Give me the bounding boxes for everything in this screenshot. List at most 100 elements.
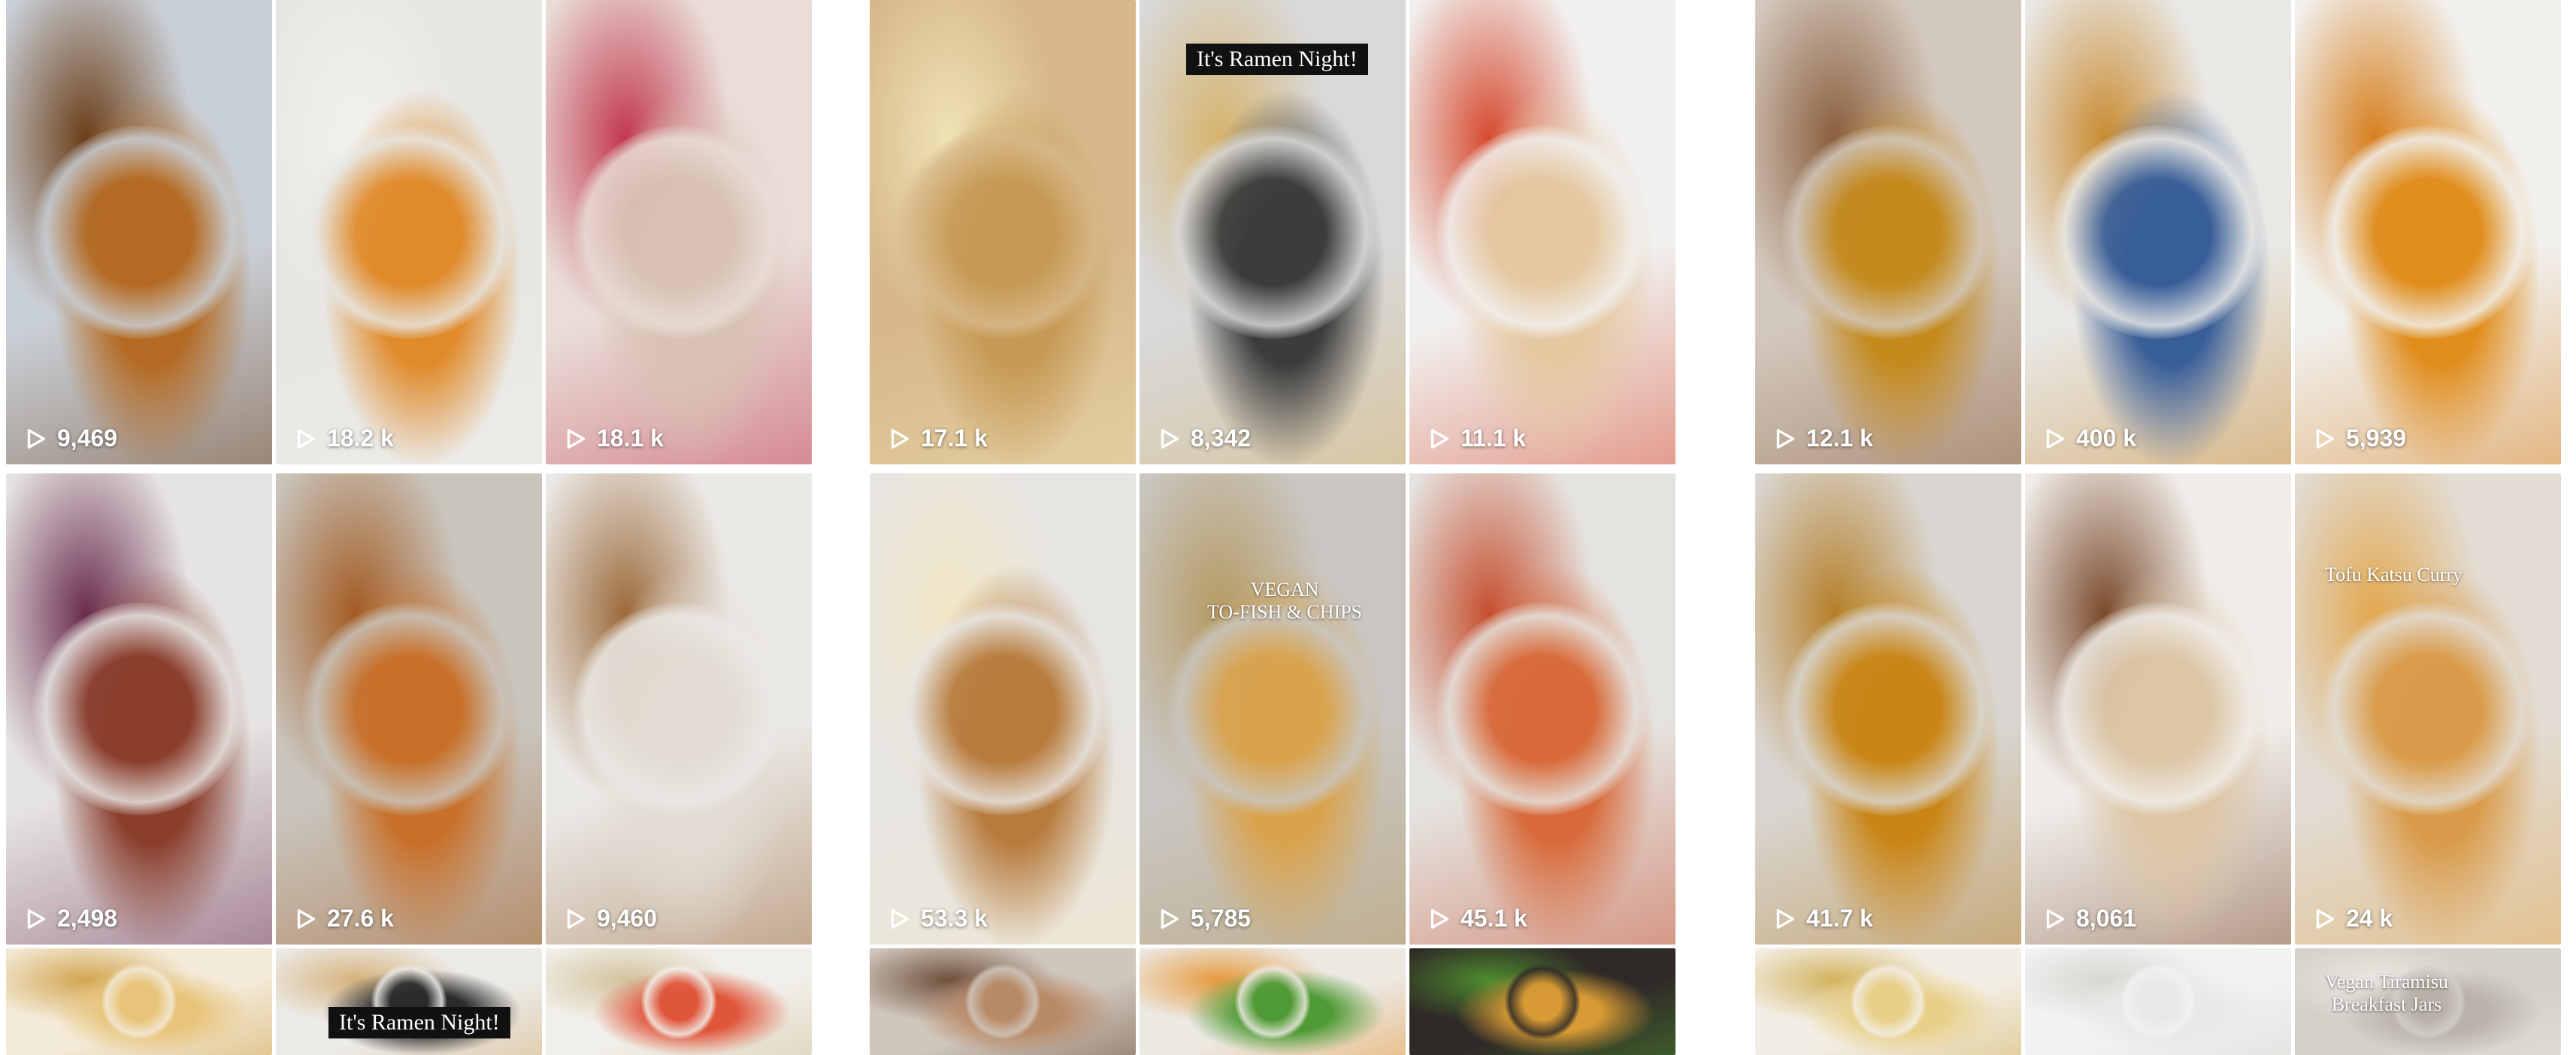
video-thumbnail[interactable]: It's Ramen Night! 8,342 — [1140, 0, 1406, 464]
food-image — [965, 964, 1040, 1039]
view-count-label: 8,061 — [2076, 905, 2137, 932]
video-thumbnail[interactable] — [2025, 948, 2291, 1055]
food-image — [896, 602, 1109, 816]
view-count-label: 18.2 k — [327, 425, 394, 452]
food-image — [1505, 964, 1580, 1039]
food-image — [572, 125, 786, 339]
view-count: 8,061 — [2042, 905, 2136, 933]
video-thumbnail[interactable]: 45.1 k — [1409, 473, 1675, 945]
view-count-label: 41.7 k — [1806, 905, 1873, 932]
food-image — [1851, 964, 1926, 1039]
video-thumbnail[interactable]: 18.1 k — [546, 0, 812, 464]
view-count-label: 17.1 k — [921, 425, 988, 452]
play-icon — [2311, 906, 2337, 932]
view-count-label: 53.3 k — [921, 905, 988, 932]
view-count-label: 5,939 — [2346, 425, 2407, 452]
view-count: 2,498 — [23, 905, 117, 933]
play-icon — [23, 426, 48, 452]
food-image — [641, 964, 716, 1039]
view-count: 41.7 k — [1772, 905, 1873, 933]
view-count-label: 11.1 k — [1461, 425, 1527, 452]
view-count: 18.1 k — [562, 425, 664, 452]
food-image — [1436, 602, 1649, 816]
play-icon — [292, 426, 318, 452]
play-icon — [886, 906, 912, 932]
food-image — [2321, 125, 2535, 339]
food-image — [1781, 602, 1995, 816]
food-image — [1166, 125, 1379, 339]
video-thumbnail[interactable]: 5,939 — [2295, 0, 2561, 464]
video-thumbnail[interactable]: 41.7 k — [1755, 473, 2021, 945]
video-thumbnail[interactable] — [1409, 948, 1675, 1055]
view-count: 400 k — [2042, 425, 2136, 452]
view-count-label: 400 k — [2076, 425, 2137, 452]
view-count: 18.2 k — [292, 425, 394, 452]
food-image — [302, 125, 516, 339]
food-image — [32, 602, 246, 816]
video-thumbnail[interactable]: Tofu Katsu Curry 24 k — [2295, 473, 2561, 945]
food-image — [2120, 964, 2196, 1039]
play-icon — [562, 906, 588, 932]
view-count: 9,460 — [562, 905, 657, 933]
video-thumbnail[interactable] — [870, 948, 1136, 1055]
play-icon — [1426, 426, 1451, 452]
video-grid-panel-2: 17.1 k It's Ramen Night! 8,342 11.1 k 53.3 k… — [870, 0, 1675, 1055]
video-thumbnail[interactable] — [1755, 948, 2021, 1055]
play-icon — [1156, 426, 1182, 452]
play-icon — [886, 426, 912, 452]
video-caption: It's Ramen Night! — [1186, 44, 1368, 75]
view-count: 27.6 k — [292, 905, 394, 933]
view-count-label: 18.1 k — [597, 425, 664, 452]
video-thumbnail[interactable]: 2,498 — [6, 473, 272, 945]
view-count: 5,939 — [2311, 425, 2406, 452]
view-count-label: 9,469 — [57, 425, 118, 452]
video-thumbnail[interactable]: 27.6 k — [276, 473, 542, 945]
video-thumbnail[interactable]: 8,061 — [2025, 473, 2291, 945]
video-thumbnail[interactable] — [1140, 948, 1406, 1055]
video-thumbnail[interactable]: It's Ramen Night! — [276, 948, 542, 1055]
food-image — [1235, 964, 1310, 1039]
food-image — [302, 602, 516, 816]
video-thumbnail[interactable]: 53.3 k — [870, 473, 1136, 945]
view-count-label: 27.6 k — [327, 905, 394, 932]
video-thumbnail[interactable]: 9,469 — [6, 0, 272, 464]
food-image — [2051, 602, 2265, 816]
food-image — [896, 125, 1109, 339]
view-count-label: 45.1 k — [1461, 905, 1527, 932]
view-count: 17.1 k — [886, 425, 988, 452]
view-count: 12.1 k — [1772, 425, 1873, 452]
video-thumbnail[interactable]: 9,460 — [546, 473, 812, 945]
play-icon — [562, 426, 588, 452]
view-count: 9,469 — [23, 425, 117, 452]
view-count: 8,342 — [1156, 425, 1251, 452]
view-count-label: 12.1 k — [1806, 425, 1873, 452]
play-icon — [292, 906, 318, 932]
play-icon — [2042, 426, 2067, 452]
video-thumbnail[interactable]: 12.1 k — [1755, 0, 2021, 464]
food-image — [2051, 125, 2265, 339]
view-count-label: 8,342 — [1191, 425, 1252, 452]
video-grid-panel-1: 9,469 18.2 k 18.1 k 2,498 27.6 k 9,460 It's Ra… — [6, 0, 812, 1055]
video-thumbnail[interactable]: VEGAN TO-FISH & CHIPS 5,785 — [1140, 473, 1406, 945]
video-thumbnail[interactable] — [6, 948, 272, 1055]
video-grid-panel-3: 12.1 k 400 k 5,939 41.7 k 8,061 Tofu Katsu Cu… — [1755, 0, 2561, 1055]
play-icon — [1772, 906, 1797, 932]
video-thumbnail[interactable]: 17.1 k — [870, 0, 1136, 464]
food-image — [1436, 125, 1649, 339]
view-count: 45.1 k — [1426, 905, 1527, 933]
view-count-label: 9,460 — [597, 905, 658, 932]
video-thumbnail[interactable]: 18.2 k — [276, 0, 542, 464]
food-image — [101, 964, 177, 1039]
view-count: 24 k — [2311, 905, 2393, 933]
food-image — [572, 602, 786, 816]
play-icon — [1772, 426, 1797, 452]
view-count: 53.3 k — [886, 905, 988, 933]
video-thumbnail[interactable] — [546, 948, 812, 1055]
view-count-label: 2,498 — [57, 905, 118, 932]
play-icon — [2042, 906, 2067, 932]
view-count: 5,785 — [1156, 905, 1251, 933]
video-thumbnail[interactable]: 400 k — [2025, 0, 2291, 464]
video-thumbnail[interactable]: Vegan Tiramisu Breakfast Jars — [2295, 948, 2561, 1055]
play-icon — [1426, 906, 1451, 932]
video-thumbnail[interactable]: 11.1 k — [1409, 0, 1675, 464]
